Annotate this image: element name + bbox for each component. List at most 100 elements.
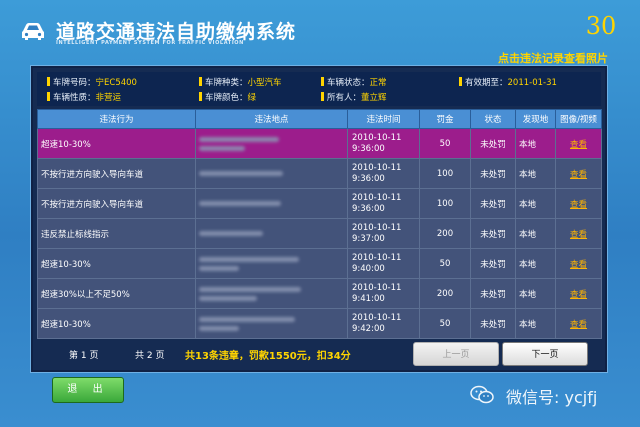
table-row[interactable]: 超速10-30% 2010-10-11 9:40:00 50 未处罚 本地 查看	[37, 248, 602, 279]
table-row[interactable]: 不按行进方向驶入导向车道 2010-10-11 9:36:00 100 未处罚 本…	[37, 188, 602, 219]
violation-behavior: 超速30%以上不足50%	[37, 278, 196, 309]
vehicle-nature-label: 车辆性质：	[53, 93, 96, 103]
violation-date: 2010-10-11	[352, 282, 402, 293]
column-header-behavior: 违法行为	[37, 109, 196, 129]
violation-status: 未处罚	[470, 218, 516, 249]
violation-time: 2010-10-11 9:41:00	[347, 278, 420, 309]
column-header-media: 图像/视频	[555, 109, 602, 129]
violation-date: 2010-10-11	[352, 132, 402, 143]
violation-status: 未处罚	[470, 128, 516, 159]
plate-field: 车牌号码：宁EC5400	[47, 76, 137, 89]
violation-origin: 本地	[515, 158, 556, 189]
violation-clock: 9:42:00	[352, 323, 385, 334]
violation-origin: 本地	[515, 188, 556, 219]
violation-behavior: 超速10-30%	[37, 128, 196, 159]
photo-hint: 点击违法记录查看照片	[498, 52, 608, 65]
vehicle-status-field: 车辆状态：正常	[321, 76, 387, 89]
blurred-text	[199, 325, 239, 331]
blurred-text	[199, 286, 301, 292]
violation-location-blurred	[195, 248, 348, 279]
violation-status: 未处罚	[470, 308, 516, 339]
violation-fine: 50	[419, 128, 471, 159]
view-photo-link[interactable]: 查看	[570, 140, 587, 150]
previous-page-button[interactable]: 上一页	[413, 342, 499, 366]
violation-fine: 200	[419, 218, 471, 249]
blurred-text	[199, 295, 257, 301]
yellow-marker	[47, 92, 50, 101]
view-photo-link[interactable]: 查看	[570, 170, 587, 180]
violation-clock: 9:41:00	[352, 293, 385, 304]
owner-field: 所有人：董立辉	[321, 91, 387, 104]
violation-clock: 9:36:00	[352, 203, 385, 214]
vehicle-info: 车牌号码：宁EC5400 车牌种类：小型汽车 车辆状态：正常 有效期至：2011…	[37, 72, 601, 106]
wechat-icon	[470, 385, 494, 404]
vehicle-status-label: 车辆状态：	[327, 78, 370, 88]
table-row[interactable]: 违反禁止标线指示 2010-10-11 9:37:00 200 未处罚 本地 查看	[37, 218, 602, 249]
violation-behavior: 不按行进方向驶入导向车道	[37, 188, 196, 219]
blurred-text	[199, 171, 283, 176]
table-row[interactable]: 不按行进方向驶入导向车道 2010-10-11 9:36:00 100 未处罚 本…	[37, 158, 602, 189]
violation-location-blurred	[195, 158, 348, 189]
table-header-row: 违法行为 违法地点 违法时间 罚金 状态 发现地 图像/视频	[37, 109, 602, 129]
yellow-marker	[47, 77, 50, 86]
violation-status: 未处罚	[470, 188, 516, 219]
table-row[interactable]: 超速10-30% 2010-10-11 9:36:00 50 未处罚 本地 查看	[37, 128, 602, 159]
violation-location-blurred	[195, 128, 348, 159]
view-photo-link[interactable]: 查看	[570, 200, 587, 210]
column-header-time: 违法时间	[347, 109, 420, 129]
violation-fine: 50	[419, 248, 471, 279]
violation-origin: 本地	[515, 278, 556, 309]
blurred-text	[199, 316, 295, 322]
violation-time: 2010-10-11 9:37:00	[347, 218, 420, 249]
owner-label: 所有人：	[327, 93, 362, 103]
violation-date: 2010-10-11	[352, 222, 402, 233]
plate-type-field: 车牌种类：小型汽车	[199, 76, 282, 89]
current-page: 第 1 页	[69, 351, 99, 361]
view-photo-link[interactable]: 查看	[570, 230, 587, 240]
view-photo-link[interactable]: 查看	[570, 320, 587, 330]
violation-date: 2010-10-11	[352, 192, 402, 203]
table-row[interactable]: 超速10-30% 2010-10-11 9:42:00 50 未处罚 本地 查看	[37, 308, 602, 339]
app-header: 道路交通违法自助缴纳系统 INTELLIGENT PAYMENT SYSTEM …	[0, 0, 640, 65]
media-cell: 查看	[555, 278, 602, 309]
violation-status: 未处罚	[470, 278, 516, 309]
table-row[interactable]: 超速30%以上不足50% 2010-10-11 9:41:00 200 未处罚 本…	[37, 278, 602, 309]
plate-color-label: 车牌颜色：	[205, 93, 248, 103]
violation-status: 未处罚	[470, 248, 516, 279]
vehicle-nature-field: 车辆性质：非营运	[47, 91, 121, 104]
vehicle-status-value: 正常	[369, 78, 387, 88]
next-page-button[interactable]: 下一页	[502, 342, 588, 366]
blurred-text	[199, 201, 281, 206]
column-header-origin: 发现地	[515, 109, 556, 129]
violation-panel: 车牌号码：宁EC5400 车牌种类：小型汽车 车辆状态：正常 有效期至：2011…	[31, 66, 607, 372]
violation-location-blurred	[195, 218, 348, 249]
expiry-label: 有效期至：	[465, 78, 508, 88]
violation-origin: 本地	[515, 128, 556, 159]
violation-fine: 100	[419, 158, 471, 189]
view-photo-link[interactable]: 查看	[570, 260, 587, 270]
violation-clock: 9:36:00	[352, 143, 385, 154]
violation-behavior: 超速10-30%	[37, 248, 196, 279]
violation-location-blurred	[195, 278, 348, 309]
exit-button[interactable]: 退 出	[52, 377, 124, 403]
violation-clock: 9:36:00	[352, 173, 385, 184]
countdown-timer: 30	[585, 12, 617, 40]
violation-location-blurred	[195, 188, 348, 219]
violation-time: 2010-10-11 9:36:00	[347, 188, 420, 219]
expiry-value: 2011-01-31	[507, 78, 557, 88]
yellow-marker	[199, 92, 202, 101]
column-header-fine: 罚金	[419, 109, 471, 129]
plate-value: 宁EC5400	[95, 78, 137, 88]
violation-behavior: 违反禁止标线指示	[37, 218, 196, 249]
view-photo-link[interactable]: 查看	[570, 290, 587, 300]
violation-summary: 共13条违章，罚款1550元，扣34分	[185, 351, 351, 362]
media-cell: 查看	[555, 158, 602, 189]
blurred-text	[199, 136, 279, 142]
violation-clock: 9:37:00	[352, 233, 385, 244]
blurred-text	[199, 265, 239, 271]
plate-label: 车牌号码：	[53, 78, 96, 88]
violation-time: 2010-10-11 9:42:00	[347, 308, 420, 339]
yellow-marker	[199, 77, 202, 86]
violation-origin: 本地	[515, 248, 556, 279]
violation-time: 2010-10-11 9:40:00	[347, 248, 420, 279]
